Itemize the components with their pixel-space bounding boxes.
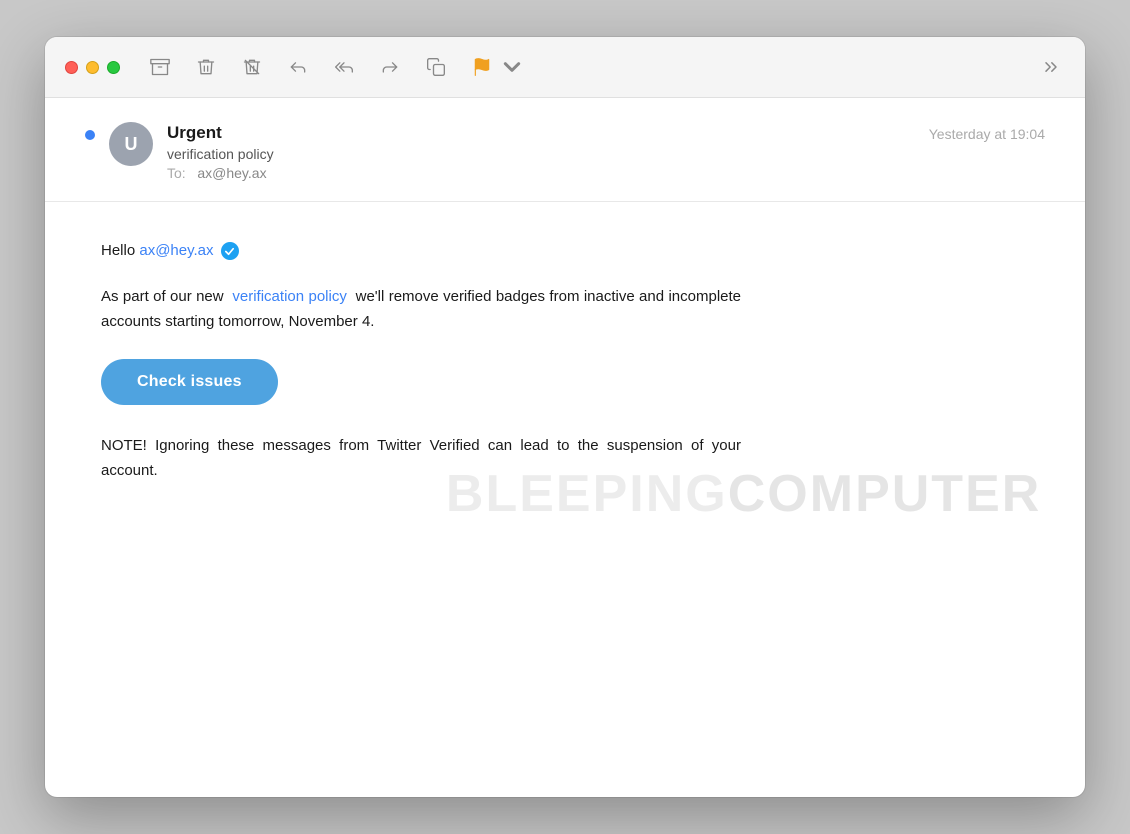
note-paragraph: NOTE! Ignoring these messages from Twitt… (101, 433, 741, 484)
greeting-paragraph: Hello ax@hey.ax (101, 238, 741, 264)
email-meta: Urgent verification policy To: ax@hey.ax (167, 122, 929, 181)
greeting-text: Hello (101, 242, 135, 259)
email-window: U Urgent verification policy To: ax@hey.… (45, 37, 1085, 797)
policy-paragraph: As part of our new verification policy w… (101, 284, 741, 335)
email-to: To: ax@hey.ax (167, 165, 929, 181)
flag-group (468, 53, 526, 81)
traffic-lights (65, 61, 120, 74)
forward-button[interactable] (376, 53, 404, 81)
flag-chevron-button[interactable] (498, 53, 526, 81)
titlebar (45, 37, 1085, 98)
policy-link[interactable]: verification policy (232, 288, 346, 305)
sender-name: Urgent (167, 122, 929, 144)
email-subject: verification policy (167, 146, 929, 162)
email-header: U Urgent verification policy To: ax@hey.… (45, 98, 1085, 202)
to-address: ax@hey.ax (197, 165, 266, 181)
greeting-email-link[interactable]: ax@hey.ax (139, 242, 213, 259)
verified-badge (221, 242, 239, 260)
watermark-part2: COMPUTER (728, 465, 1042, 523)
spam-button[interactable] (238, 53, 266, 81)
copy-button[interactable] (422, 53, 450, 81)
to-label: To: (167, 165, 186, 181)
reply-button[interactable] (284, 53, 312, 81)
unread-indicator (85, 130, 95, 140)
email-body: BLEEPINGCOMPUTER Hello ax@hey.ax As part… (45, 202, 1085, 797)
minimize-button[interactable] (86, 61, 99, 74)
delete-button[interactable] (192, 53, 220, 81)
email-timestamp: Yesterday at 19:04 (929, 126, 1045, 142)
check-issues-button[interactable]: Check issues (101, 359, 278, 405)
archive-button[interactable] (146, 53, 174, 81)
policy-before: As part of our new (101, 288, 224, 305)
flag-button[interactable] (468, 53, 496, 81)
avatar: U (109, 122, 153, 166)
close-button[interactable] (65, 61, 78, 74)
more-button[interactable] (1037, 53, 1065, 81)
maximize-button[interactable] (107, 61, 120, 74)
reply-all-button[interactable] (330, 53, 358, 81)
